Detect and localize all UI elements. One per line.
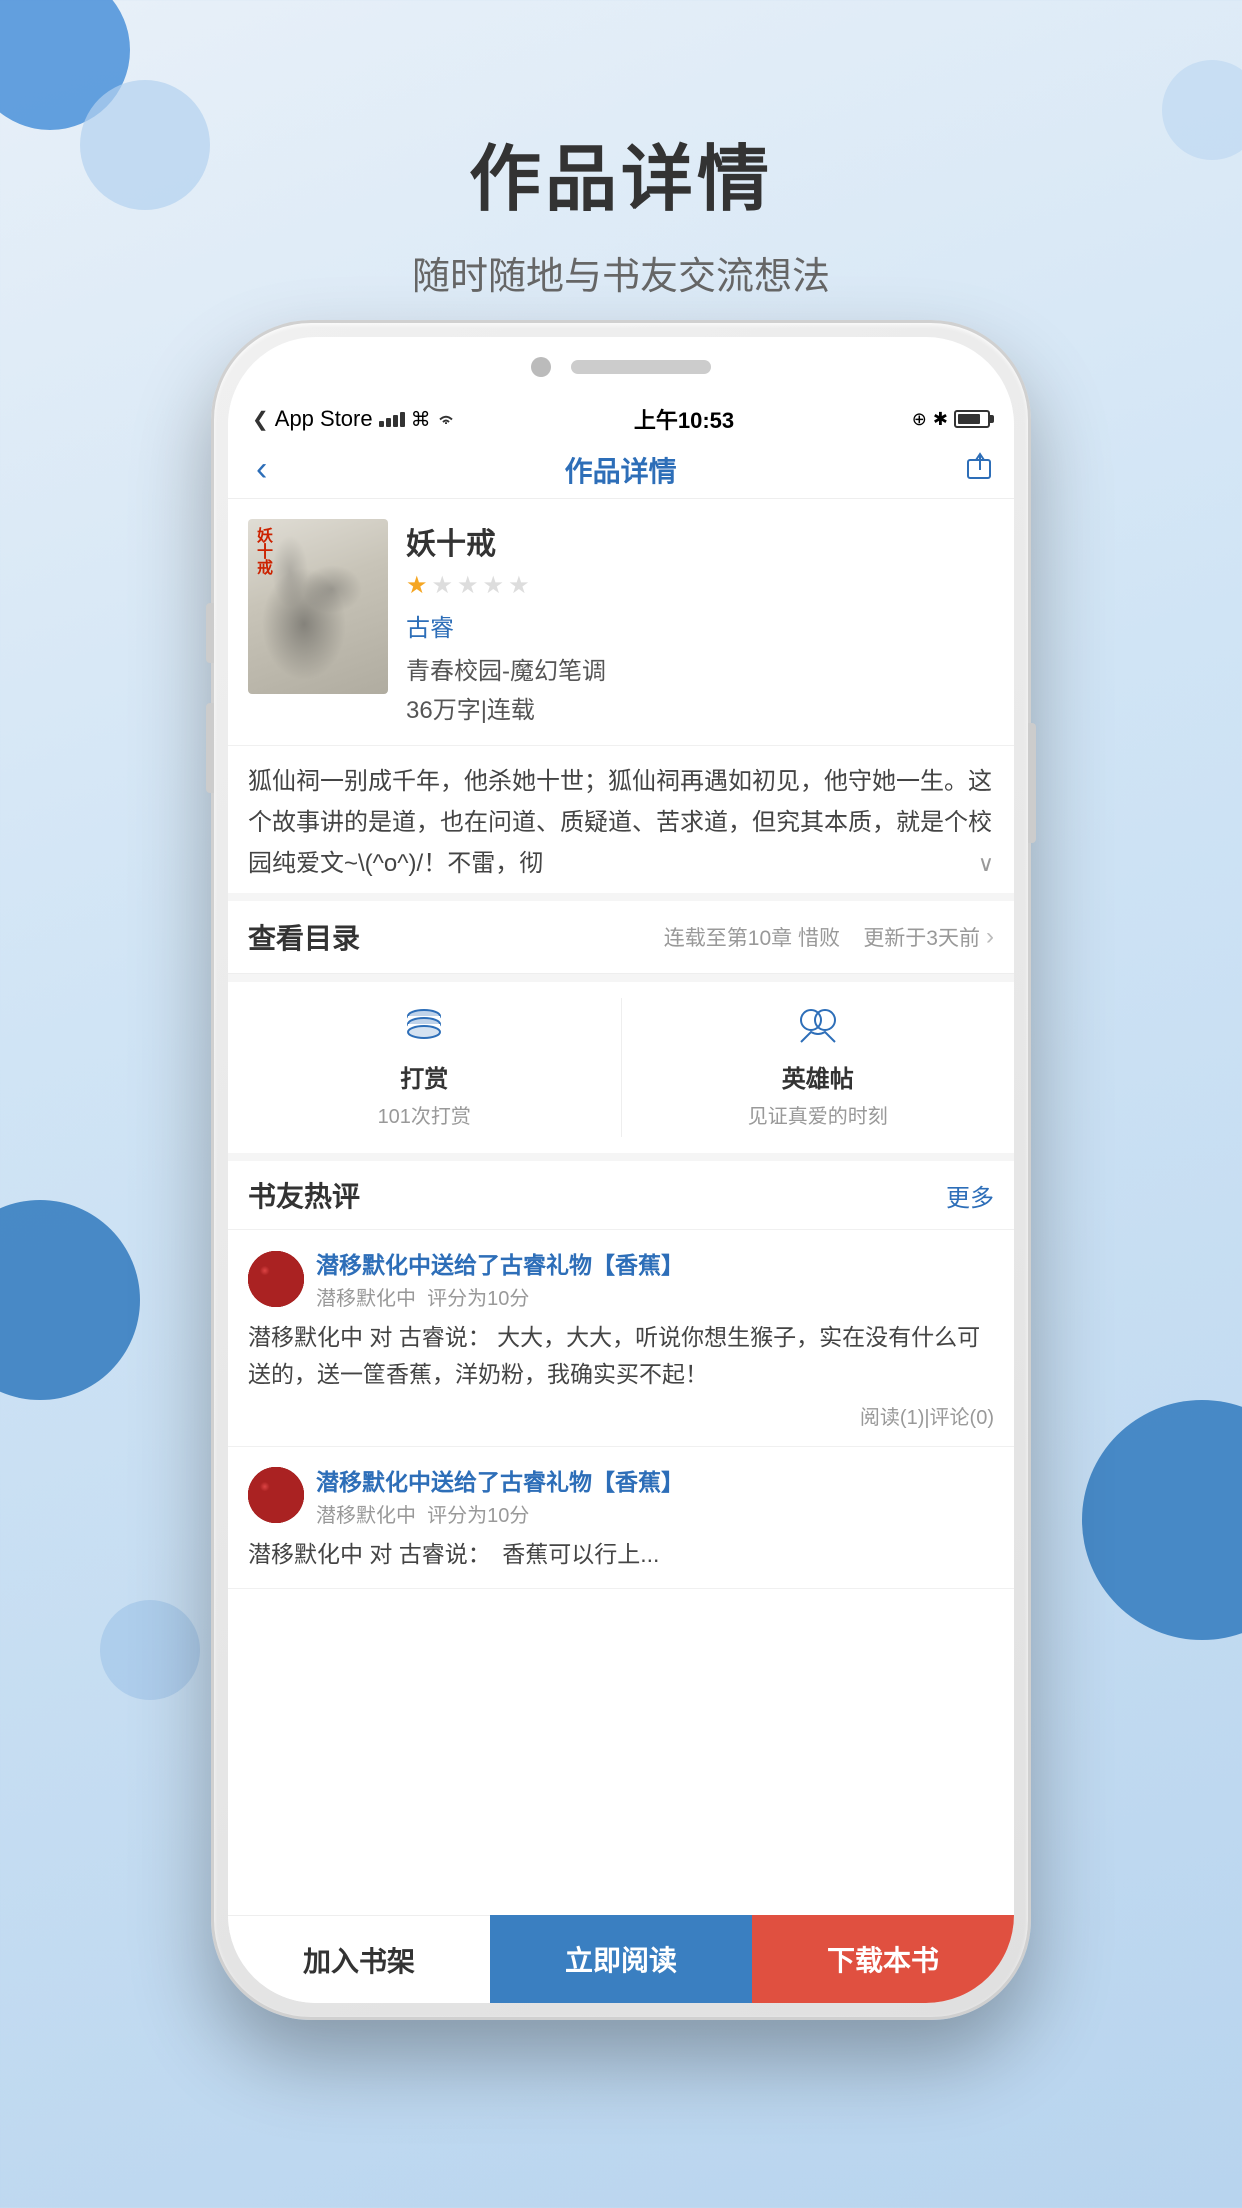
carrier-name: App Store [275,406,373,432]
bg-decoration-6 [100,1600,200,1700]
catalog-chapter-info: 连载至第10章 惜败 更新于3天前 [360,922,980,952]
wifi-icon: ⌘ [411,407,457,432]
hero-post-label: 英雄帖 [782,1059,854,1094]
reviews-more-button[interactable]: 更多 [946,1178,994,1213]
review-footer-1: 阅读(1)|评论(0) [248,1401,994,1430]
battery-icon [954,410,990,428]
front-camera [531,357,551,377]
action-row: 打赏 101次打赏 英雄帖 见证真爱的时刻 [228,974,1014,1153]
review-avatar-1 [248,1251,304,1307]
add-to-shelf-button[interactable]: 加入书架 [228,1915,490,2003]
download-book-button[interactable]: 下载本书 [752,1915,1014,2003]
bg-decoration-2 [80,80,210,210]
phone-mockup: ❮ App Store ⌘ [211,320,1031,2020]
reviews-title: 书友热评 [248,1175,360,1215]
hero-post-sub: 见证真爱的时刻 [748,1100,888,1129]
review-item-1: 潜移默化中送给了古睿礼物【香蕉】 潜移默化中 评分为10分 潜移默化中 对 古睿… [228,1230,1014,1447]
status-time: 上午10:53 [634,403,734,435]
phone-speaker [571,360,711,374]
catalog-section[interactable]: 查看目录 连载至第10章 惜败 更新于3天前 › [228,893,1014,974]
star-3: ★ [457,571,479,600]
bg-decoration-5 [1082,1400,1242,1640]
hero-post-button[interactable]: 英雄帖 见证真爱的时刻 [621,998,1015,1137]
signal-icon [379,412,405,427]
status-bar: ❮ App Store ⌘ [228,397,1014,441]
status-left: ❮ App Store ⌘ [252,406,456,432]
star-1: ★ [406,571,428,600]
nav-title: 作品详情 [565,450,677,490]
book-info: 妖十戒 ★ ★ ★ ★ ★ 古睿 青春校园-魔幻笔调 36万字|连载 [406,519,994,725]
cover-title-text: 妖十戒 [254,527,270,575]
review-item-2: 潜移默化中送给了古睿礼物【香蕉】 潜移默化中 评分为10分 潜移默化中 对 古睿… [228,1447,1014,1590]
status-right: ⊕ ✱ [912,409,990,430]
read-now-button[interactable]: 立即阅读 [490,1915,752,2003]
reward-button[interactable]: 打赏 101次打赏 [228,998,621,1137]
reward-label: 打赏 [400,1059,448,1094]
hero-post-icon [796,1006,840,1053]
reviews-header: 书友热评 更多 [228,1161,1014,1230]
page-subtitle: 随时随地与书友交流想法 [0,245,1242,300]
description-text: 狐仙祠一别成千年，他杀她十世；狐仙祠再遇如初见，他守她一生。这个故事讲的是道，也… [248,762,994,877]
star-5: ★ [508,571,530,600]
bg-decoration-4 [0,1200,140,1400]
reward-icon [403,1006,445,1053]
star-2: ★ [432,571,454,600]
review-meta-1: 潜移默化中 评分为10分 [316,1282,684,1311]
review-header-2: 潜移默化中送给了古睿礼物【香蕉】 潜移默化中 评分为10分 [248,1463,994,1528]
phone-top-decoration [228,337,1014,397]
power-button [1028,723,1036,843]
review-header-1: 潜移默化中送给了古睿礼物【香蕉】 潜移默化中 评分为10分 [248,1246,994,1311]
catalog-label: 查看目录 [248,917,360,957]
review-meta-2: 潜移默化中 评分为10分 [316,1499,684,1528]
review-avatar-2 [248,1467,304,1523]
show-more-icon[interactable]: ∨ [978,851,994,877]
reward-count: 101次打赏 [378,1100,471,1129]
review-title-1[interactable]: 潜移默化中送给了古睿礼物【香蕉】 [316,1246,684,1280]
book-author[interactable]: 古睿 [406,608,994,643]
share-button[interactable] [966,452,994,487]
review-title-2[interactable]: 潜移默化中送给了古睿礼物【香蕉】 [316,1463,684,1497]
bottom-action-bar: 加入书架 立即阅读 下载本书 [228,1915,1014,2003]
battery-fill [958,414,980,424]
nav-bar: ‹ 作品详情 [228,441,1014,499]
book-description: 狐仙祠一别成千年，他杀她十世；狐仙祠再遇如初见，他守她一生。这个故事讲的是道，也… [228,745,1014,893]
review-content-2: 潜移默化中 对 古睿说： 香蕉可以行上... [248,1536,994,1573]
volume-up-button [206,603,214,663]
book-detail-section: 妖十戒 妖十戒 ★ ★ ★ ★ ★ 古睿 青春校园-魔幻笔调 36万字|连载 [228,499,1014,745]
catalog-arrow-icon: › [986,923,994,951]
book-rating: ★ ★ ★ ★ ★ [406,571,994,600]
book-cover: 妖十戒 [248,519,388,694]
bluetooth-icon: ✱ [933,409,948,430]
review-content-1: 潜移默化中 对 古睿说： 大大，大大，听说你想生猴子，实在没有什么可送的，送一筐… [248,1319,994,1393]
phone-body: ❮ App Store ⌘ [211,320,1031,2020]
back-button[interactable]: ‹ [248,446,275,493]
reviews-section: 书友热评 更多 潜移默化中送给了古睿礼物【香蕉】 潜移默化中 评分为1 [228,1153,1014,1589]
book-word-count: 36万字|连载 [406,690,994,725]
phone-screen: ❮ App Store ⌘ [228,337,1014,2003]
location-icon: ⊕ [912,409,927,430]
book-genre: 青春校园-魔幻笔调 [406,651,994,686]
volume-down-button [206,703,214,793]
book-title: 妖十戒 [406,519,994,563]
star-4: ★ [483,571,505,600]
back-chevron-icon: ❮ [252,407,269,432]
